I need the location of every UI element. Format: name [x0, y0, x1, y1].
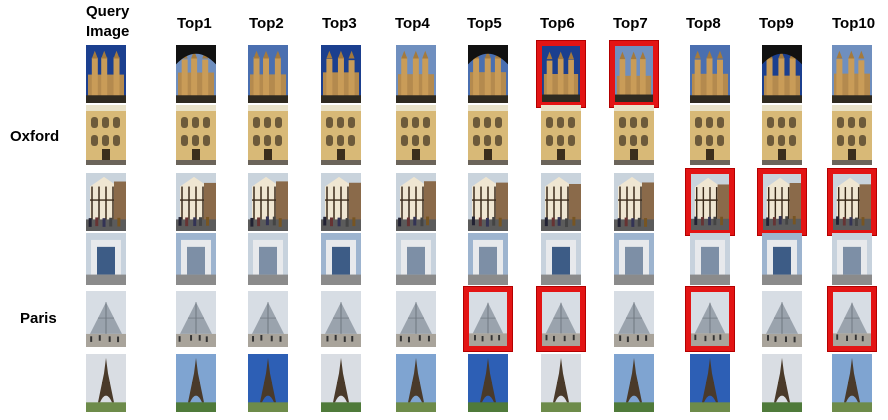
rank-header-top5: Top5 [467, 15, 502, 32]
group-label-oxford: Oxford [10, 128, 60, 145]
result-image-row1-top9 [762, 45, 802, 103]
result-image-row6-top8 [690, 354, 730, 412]
result-image-row2-top8 [690, 105, 730, 165]
result-image-row2-top2 [248, 105, 288, 165]
result-image-row4-top8 [690, 233, 730, 285]
result-image-row1-top10 [832, 45, 872, 103]
result-image-row2-top7 [614, 105, 654, 165]
result-image-row6-top3 [321, 354, 361, 412]
result-image-row3-top1 [176, 173, 216, 231]
result-image-row6-top9 [762, 354, 802, 412]
result-image-row4-top4 [396, 233, 436, 285]
result-image-row4-top2 [248, 233, 288, 285]
result-image-row1-top4 [396, 45, 436, 103]
result-image-row4-top7 [614, 233, 654, 285]
result-image-row3-top4 [396, 173, 436, 231]
result-image-row5-top5 [464, 287, 512, 351]
result-image-row4-top9 [762, 233, 802, 285]
result-image-row2-top10 [832, 105, 872, 165]
result-image-row4-top10 [832, 233, 872, 285]
result-image-row2-top1 [176, 105, 216, 165]
result-image-row6-top2 [248, 354, 288, 412]
rank-header-top4: Top4 [395, 15, 430, 32]
rank-header-top9: Top9 [759, 15, 794, 32]
result-image-row2-top5 [468, 105, 508, 165]
result-image-row6-top5 [468, 354, 508, 412]
result-image-row6-top10 [832, 354, 872, 412]
query-image-row4 [86, 233, 126, 285]
result-image-row5-top3 [321, 291, 361, 347]
result-image-row4-top6 [541, 233, 581, 285]
query-image-row1 [86, 45, 126, 103]
result-image-row1-top1 [176, 45, 216, 103]
result-image-row2-top9 [762, 105, 802, 165]
result-image-row6-top4 [396, 354, 436, 412]
result-image-row1-top8 [690, 45, 730, 103]
rank-header-top10: Top10 [832, 15, 876, 32]
result-image-row3-top2 [248, 173, 288, 231]
result-image-row1-top2 [248, 45, 288, 103]
rank-header-top8: Top8 [686, 15, 721, 32]
result-image-row3-top3 [321, 173, 361, 231]
result-image-row3-top5 [468, 173, 508, 231]
query-image-row3 [86, 173, 126, 231]
result-image-row4-top5 [468, 233, 508, 285]
result-image-row6-top7 [614, 354, 654, 412]
query-header-line2: Image [86, 23, 130, 40]
rank-header-top2: Top2 [249, 15, 284, 32]
result-image-row3-top10 [828, 169, 876, 235]
result-image-row1-top7 [610, 41, 658, 107]
result-image-row3-top7 [614, 173, 654, 231]
result-image-row3-top6 [541, 173, 581, 231]
result-image-row6-top6 [541, 354, 581, 412]
query-image-row6 [86, 354, 126, 412]
result-image-row5-top4 [396, 291, 436, 347]
rank-header-top7: Top7 [613, 15, 648, 32]
result-image-row5-top9 [762, 291, 802, 347]
query-header-line1: Query [86, 3, 130, 20]
result-image-row2-top6 [541, 105, 581, 165]
result-image-row2-top4 [396, 105, 436, 165]
query-image-header: Query Image [86, 2, 129, 42]
result-image-row4-top3 [321, 233, 361, 285]
result-image-row5-top7 [614, 291, 654, 347]
group-label-paris: Paris [20, 310, 57, 327]
result-image-row6-top1 [176, 354, 216, 412]
result-image-row1-top5 [468, 45, 508, 103]
result-image-row5-top1 [176, 291, 216, 347]
result-image-row3-top9 [758, 169, 806, 235]
result-image-row2-top3 [321, 105, 361, 165]
result-image-row5-top6 [537, 287, 585, 351]
result-image-row5-top8 [686, 287, 734, 351]
result-image-row3-top8 [686, 169, 734, 235]
result-image-row4-top1 [176, 233, 216, 285]
rank-header-top1: Top1 [177, 15, 212, 32]
query-image-row5 [86, 291, 126, 347]
result-image-row5-top10 [828, 287, 876, 351]
result-image-row1-top6 [537, 41, 585, 107]
rank-header-top6: Top6 [540, 15, 575, 32]
result-image-row1-top3 [321, 45, 361, 103]
query-image-row2 [86, 105, 126, 165]
rank-header-top3: Top3 [322, 15, 357, 32]
result-image-row5-top2 [248, 291, 288, 347]
